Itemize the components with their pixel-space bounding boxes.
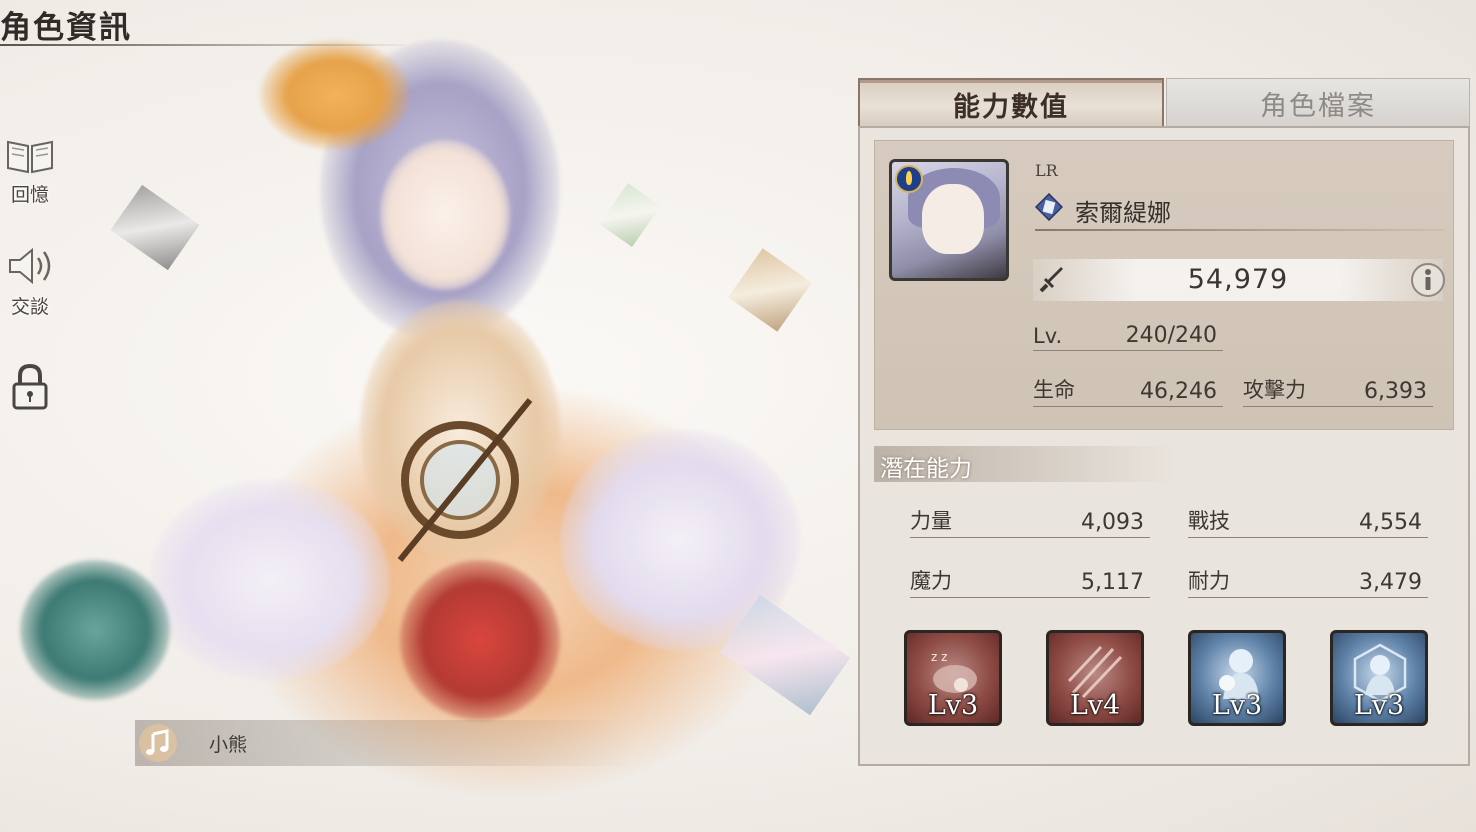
talk-button[interactable]: 交談 [0,240,60,319]
skill-slot-4[interactable]: Lv3 [1330,630,1428,726]
hp-row: 生命 46,246 [1033,377,1223,407]
talk-label: 交談 [10,296,49,318]
strength-label: 力量 [910,509,952,533]
skill-level-1: Lv3 [927,690,979,721]
technique-row: 戰技 4,554 [1188,508,1428,538]
svg-text:z z: z z [931,650,947,664]
tab-stats[interactable]: 能力數值 [858,78,1164,128]
book-icon [7,140,53,174]
hp-value: 46,246 [1140,379,1217,404]
stats-panel: LR 索爾緹娜 54,979 Lv. 240/240 生命 46,246 攻擊力… [858,126,1470,766]
name-divider [1035,229,1445,231]
technique-value: 4,554 [1359,510,1422,535]
info-icon[interactable] [1409,261,1447,299]
page-title: 角色資訊 [0,10,132,46]
endurance-value: 3,479 [1359,570,1422,595]
portrait-face [922,184,984,254]
endurance-label: 耐力 [1188,569,1230,593]
skill-slot-3[interactable]: Lv3 [1188,630,1286,726]
skill-slot-2[interactable]: Lv4 [1046,630,1144,726]
skill-slot-1[interactable]: z z Lv3 [904,630,1002,726]
character-illustration [0,0,860,832]
strength-row: 力量 4,093 [910,508,1150,538]
title-divider [0,44,405,46]
character-card: LR 索爾緹娜 54,979 Lv. 240/240 生命 46,246 攻擊力… [874,140,1454,430]
memories-label: 回憶 [10,184,49,206]
level-value: 240/240 [1125,323,1217,348]
level-label: Lv. [1033,324,1063,348]
character-portrait [889,159,1009,281]
potential-section-header: 潛在能力 [874,446,1174,482]
locked-button[interactable] [0,360,60,412]
skill-level-4: Lv3 [1353,690,1405,721]
voice-line-button[interactable]: 小熊 [135,720,635,766]
attack-label: 攻擊力 [1243,378,1306,402]
magic-label: 魔力 [910,569,952,593]
element-icon [895,165,923,193]
music-note-icon [139,724,177,762]
tab-profile[interactable]: 角色檔案 [1166,78,1470,128]
voice-line-label: 小熊 [209,733,248,756]
compass-staff-icon [397,398,533,562]
power-value: 54,979 [1187,264,1289,295]
info-tabs: 能力數值 角色檔案 [858,78,1470,128]
skill-level-2: Lv4 [1069,690,1121,721]
magic-row: 魔力 5,117 [910,568,1150,598]
hp-label: 生命 [1033,378,1075,402]
total-power: 54,979 [1033,259,1445,301]
attack-value: 6,393 [1364,379,1427,404]
strength-value: 4,093 [1081,510,1144,535]
skills-row: z z Lv3 Lv4 Lv3 Lv3 [860,630,1468,730]
lock-icon [12,363,48,410]
character-name: 索爾緹娜 [1075,199,1171,227]
level-row: Lv. 240/240 [1033,321,1223,351]
memories-button[interactable]: 回憶 [0,128,60,207]
technique-label: 戰技 [1188,509,1230,533]
magic-value: 5,117 [1081,570,1144,595]
class-icon [1035,193,1063,221]
endurance-row: 耐力 3,479 [1188,568,1428,598]
skill-level-3: Lv3 [1211,690,1263,721]
potential-title: 潛在能力 [880,456,972,482]
rarity-label: LR [1035,161,1058,180]
speaker-icon [9,247,51,285]
attack-row: 攻擊力 6,393 [1243,377,1433,407]
